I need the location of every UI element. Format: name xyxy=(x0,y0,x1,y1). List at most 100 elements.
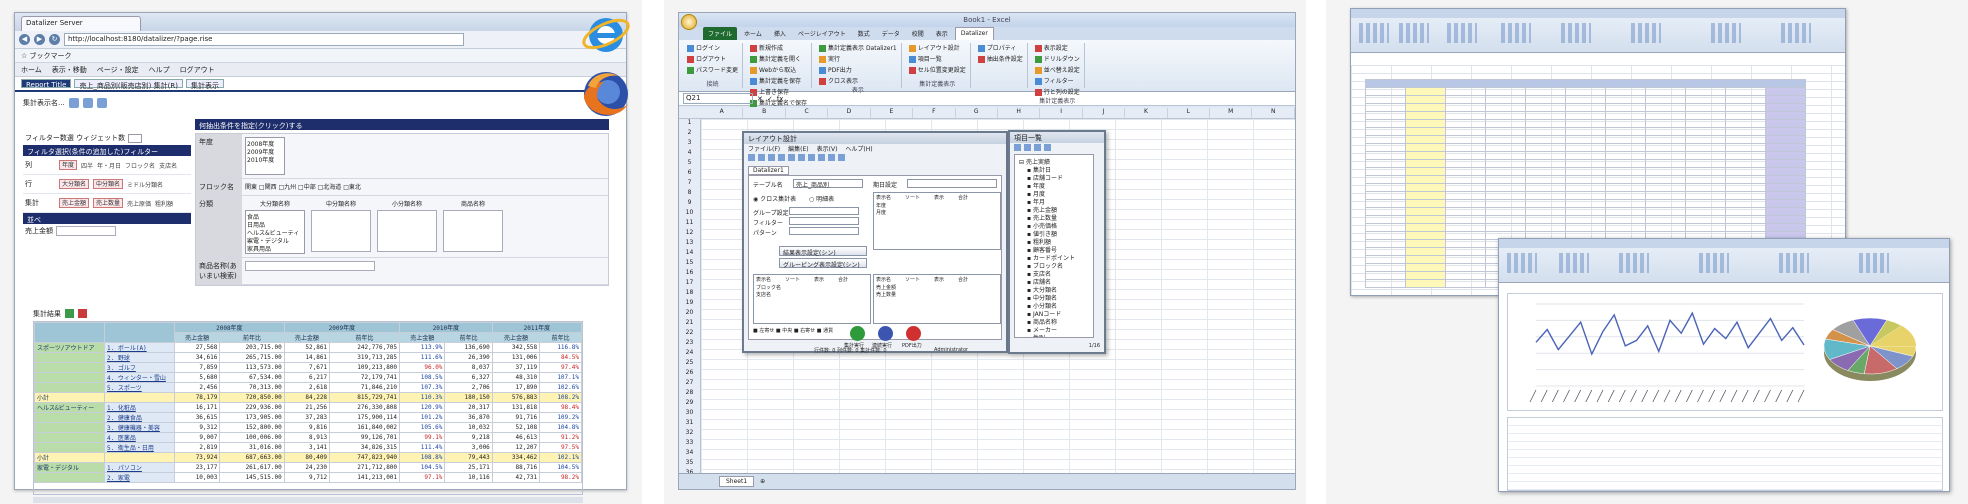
ribbon-button[interactable]: ドリルダウン xyxy=(1034,54,1080,63)
tree-item[interactable]: ▪ 小分類名 xyxy=(1017,301,1091,310)
pdf-output-icon[interactable] xyxy=(906,326,921,341)
row-header[interactable]: 2 xyxy=(679,129,700,139)
column-header[interactable]: L xyxy=(1168,108,1211,118)
list-item[interactable]: 2010年度 xyxy=(247,155,283,164)
ribbon-tab[interactable]: データ xyxy=(877,27,905,40)
tool-icon[interactable] xyxy=(1014,144,1021,151)
column-header[interactable]: H xyxy=(998,108,1041,118)
table-select[interactable]: 売上_商品別 xyxy=(793,179,863,189)
list-item[interactable]: 月度 xyxy=(874,209,1000,216)
year-listbox[interactable]: 2008年度 2009年度 2010年度 xyxy=(245,137,285,175)
row-header[interactable]: 4 xyxy=(679,149,700,159)
row-header[interactable]: 13 xyxy=(679,239,700,249)
ribbon-button[interactable]: 新規作成 xyxy=(750,43,807,52)
row-header[interactable]: 16 xyxy=(679,269,700,279)
ribbon-button[interactable]: 並べ替え設定 xyxy=(1034,65,1080,74)
browser-tab[interactable]: Datalizer Server xyxy=(21,16,141,31)
row-header[interactable]: 7 xyxy=(679,179,700,189)
add-sheet-icon[interactable]: ⊕ xyxy=(760,478,765,485)
axis-option[interactable]: 売上原価 xyxy=(127,199,151,208)
menu-item-logout[interactable]: ログアウト xyxy=(180,65,215,74)
axis-chip[interactable]: 年度 xyxy=(59,160,78,170)
dialog-menu-item[interactable]: ヘルプ(H) xyxy=(845,144,872,153)
list-item[interactable]: ヘルス&ビューティー xyxy=(247,228,303,246)
reload-icon[interactable]: ↻ xyxy=(49,34,60,45)
tree-item[interactable]: ▪ 店舗コード xyxy=(1017,173,1091,182)
save-icon[interactable] xyxy=(68,98,79,108)
tree-item[interactable]: ▪ 大分類名 xyxy=(1017,285,1091,294)
ribbon-button[interactable]: パスワード変更 xyxy=(687,65,738,74)
ribbon-button[interactable]: ログアウト xyxy=(687,54,738,63)
axis-chip[interactable]: 大分類名 xyxy=(59,179,90,189)
tool-icon[interactable] xyxy=(808,154,815,161)
block-checkboxes[interactable]: 関東 □関西 □九州 □中部 □北海道 □東北 xyxy=(245,182,361,191)
tree-item[interactable]: ▪ 年度 xyxy=(1017,181,1091,190)
item-link[interactable]: 3. ゴルフ xyxy=(104,362,175,373)
row-header[interactable]: 6 xyxy=(679,169,700,179)
ribbon-button[interactable]: 抽出条件設定 xyxy=(977,54,1023,63)
row-header[interactable]: 12 xyxy=(679,229,700,239)
tree-item[interactable]: ▪ 顧客番号 xyxy=(1017,245,1091,254)
tool-icon[interactable] xyxy=(818,154,825,161)
row-header[interactable]: 3 xyxy=(679,139,700,149)
column-header[interactable]: I xyxy=(1040,108,1083,118)
horizontal-scrollbar[interactable] xyxy=(33,497,583,503)
chart-area[interactable] xyxy=(1507,293,1943,411)
list-item[interactable]: 食品 xyxy=(247,212,303,221)
tab-report-title[interactable]: Report Title xyxy=(21,79,72,89)
filter-select[interactable] xyxy=(789,217,859,225)
tool-icon[interactable] xyxy=(1024,144,1031,151)
tree-item[interactable]: ▪ 中分類名 xyxy=(1017,293,1091,302)
row-header[interactable]: 20 xyxy=(679,309,700,319)
export-icon[interactable] xyxy=(82,98,93,108)
column-header[interactable]: A xyxy=(701,108,744,118)
column-header[interactable]: K xyxy=(1125,108,1168,118)
dialog-menu-item[interactable]: ファイル(F) xyxy=(748,144,780,153)
list-item[interactable]: 年度 xyxy=(874,202,1000,209)
sheet-tab[interactable]: Sheet1 xyxy=(719,476,755,487)
column-header[interactable]: F xyxy=(913,108,956,118)
tree-item[interactable]: ▪ 店舗名 xyxy=(1017,277,1091,286)
row-header[interactable]: 14 xyxy=(679,249,700,259)
filter-count-select[interactable] xyxy=(128,133,143,143)
tree-item[interactable]: ▪ カードポイント xyxy=(1017,253,1091,262)
tree-item[interactable]: ⊟ 売上実績 xyxy=(1017,157,1091,166)
row-header[interactable]: 28 xyxy=(679,389,700,399)
column-header[interactable]: C xyxy=(786,108,829,118)
ribbon-button[interactable]: 集計定義を開く xyxy=(750,54,807,63)
axis-option[interactable]: ミドル分類名 xyxy=(127,180,163,189)
item-link[interactable]: 4. ウィンター・雪山 xyxy=(104,372,175,383)
name-box[interactable]: Q21 xyxy=(683,93,753,104)
batch-run-icon[interactable] xyxy=(878,326,893,341)
column-header[interactable]: E xyxy=(871,108,914,118)
ribbon-button[interactable]: 集計定義を保存 xyxy=(750,76,807,85)
url-input[interactable]: http://localhost:8180/datalizer/?page.ri… xyxy=(64,33,464,46)
tree-item[interactable]: ▪ 売上数量 xyxy=(1017,213,1091,222)
row-header[interactable]: 27 xyxy=(679,379,700,389)
row-header[interactable]: 34 xyxy=(679,449,700,459)
radio-cross[interactable]: ◉ クロス集計表 xyxy=(753,194,796,203)
row-header[interactable]: 29 xyxy=(679,399,700,409)
ribbon-button[interactable]: Webから取込 xyxy=(750,65,807,74)
measure-field-list[interactable]: 表示名 ソート 表示 合計 売上金額 売上数量 xyxy=(873,274,1001,324)
tree-item[interactable]: ▪ 年月 xyxy=(1017,197,1091,206)
row-header[interactable]: 19 xyxy=(679,299,700,309)
list-item[interactable]: 売上数量 xyxy=(874,291,1000,298)
tree-item[interactable]: ▪ 月度 xyxy=(1017,189,1091,198)
tree-item[interactable]: ▪ ブロック名 xyxy=(1017,261,1091,270)
ribbon-button[interactable]: フィルター xyxy=(1034,76,1080,85)
grouping-display-button[interactable]: グルーピング表示設定(シン) xyxy=(779,258,867,269)
row-header[interactable]: 24 xyxy=(679,349,700,359)
column-field-list[interactable]: 表示名 ソート 表示 合計 年度 月度 xyxy=(873,192,1001,250)
tree-item[interactable]: ▪ 売上金額 xyxy=(1017,205,1091,214)
list-item[interactable]: 家電・デジタル xyxy=(247,236,303,245)
row-header[interactable]: 30 xyxy=(679,409,700,419)
list-item[interactable]: 2009年度 xyxy=(247,147,283,156)
menu-item-help[interactable]: ヘルプ xyxy=(149,65,170,74)
row-header[interactable]: 26 xyxy=(679,369,700,379)
tool-icon[interactable] xyxy=(778,154,785,161)
row-header[interactable]: 11 xyxy=(679,219,700,229)
tree-item[interactable]: ▪ 支店名 xyxy=(1017,269,1091,278)
tool-icon[interactable] xyxy=(838,154,845,161)
ribbon-tab[interactable]: ホーム xyxy=(739,27,767,40)
